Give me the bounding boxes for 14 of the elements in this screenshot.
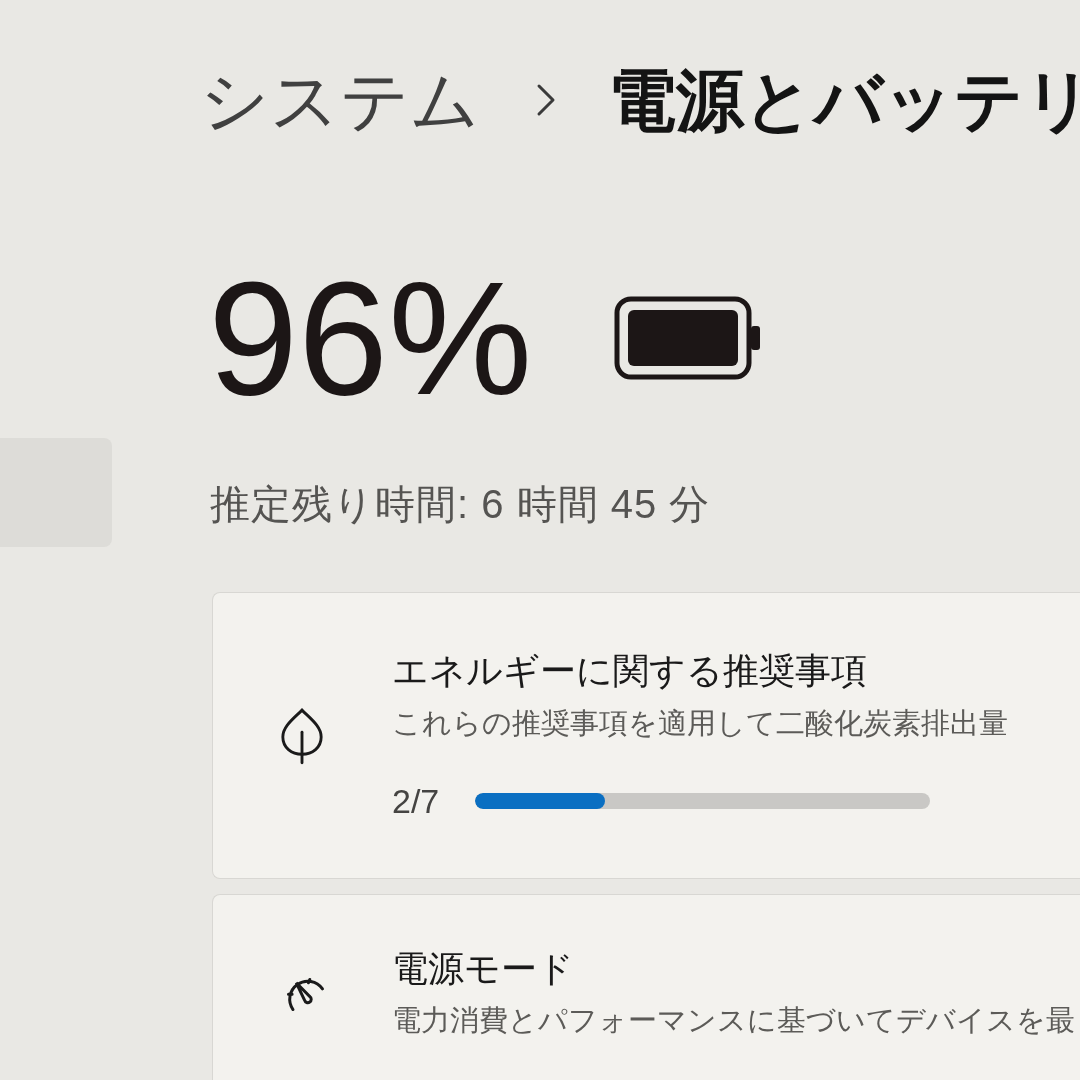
remaining-time-text: 推定残り時間: 6 時間 45 分 — [210, 481, 711, 528]
battery-percentage: 96% — [208, 257, 533, 419]
battery-icon — [614, 296, 763, 380]
card-title: 電源モード — [392, 947, 575, 991]
breadcrumb-link[interactable]: システム — [200, 66, 480, 134]
page-title: 電源とバッテリ — [608, 66, 1080, 134]
leaf-icon — [279, 706, 325, 765]
settings-card[interactable]: 電源モード 電力消費とパフォーマンスに基づいてデバイスを最 — [212, 894, 1080, 1080]
settings-card[interactable]: エネルギーに関する推奨事項 これらの推奨事項を適用して二酸化炭素排出量 2/7 — [212, 592, 1080, 879]
card-description: 電力消費とパフォーマンスに基づいてデバイスを最 — [392, 1003, 1075, 1039]
card-title: エネルギーに関する推奨事項 — [392, 649, 868, 693]
chevron-right-icon — [536, 83, 556, 117]
card-description: これらの推奨事項を適用して二酸化炭素排出量 — [392, 705, 1008, 741]
progress-count: 2/7 — [392, 780, 440, 822]
